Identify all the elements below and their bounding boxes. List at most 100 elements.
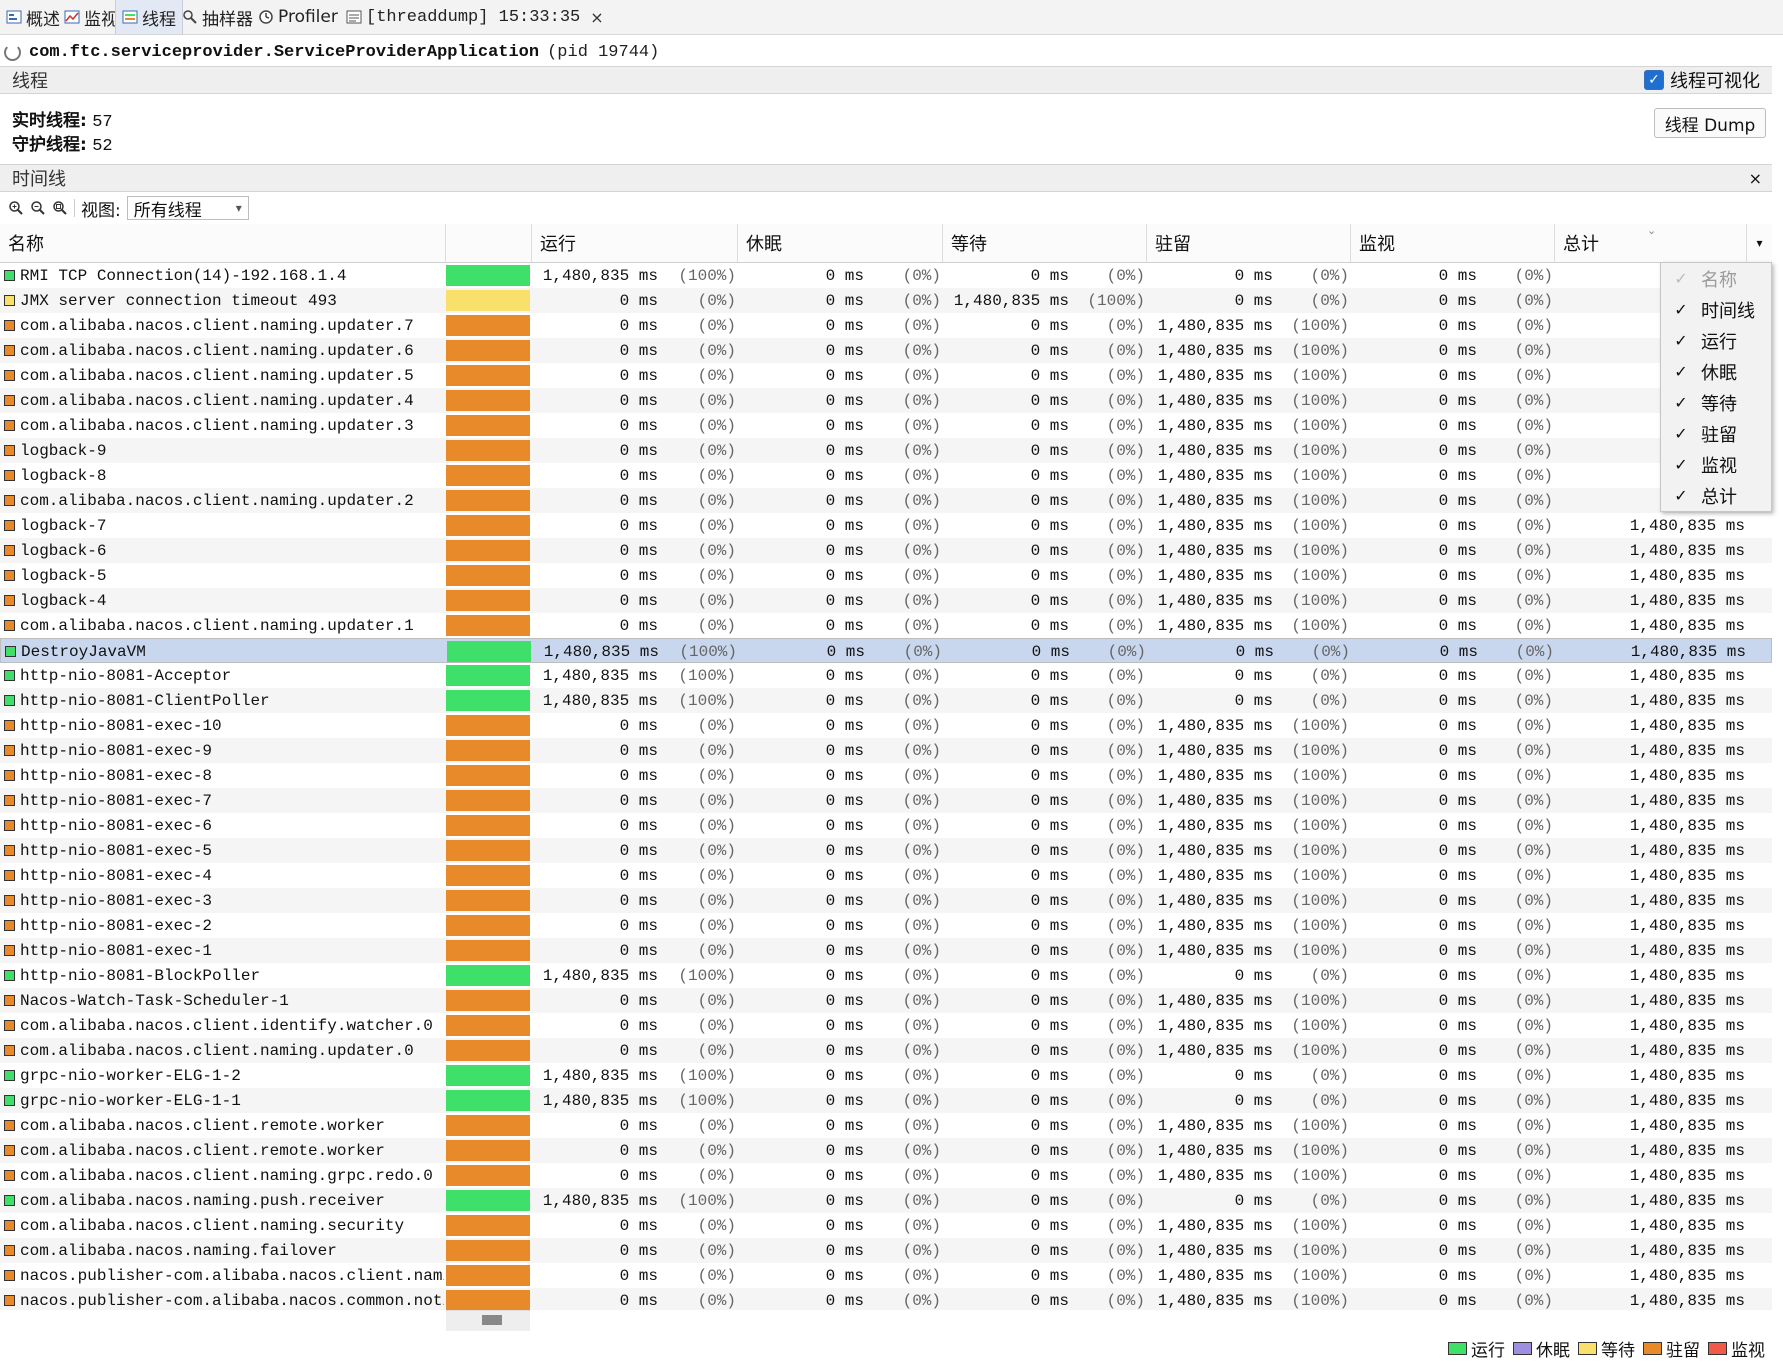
column-menu-item[interactable]: ✓ 休眠 bbox=[1661, 356, 1771, 387]
thread-state-indicator bbox=[4, 1270, 15, 1281]
table-row[interactable]: logback-5 0 ms (0%) 0 ms (0%) 0 ms (0%) 1,480,8… bbox=[0, 563, 1772, 588]
col-park-header[interactable]: 驻留 bbox=[1147, 224, 1351, 262]
column-menu-item[interactable]: ✓ 等待 bbox=[1661, 387, 1771, 418]
tab-overview[interactable]: 概述 bbox=[0, 0, 66, 34]
visualize-threads-checkbox[interactable]: ✓ 线程可视化 bbox=[1644, 67, 1760, 93]
table-row[interactable]: nacos.publisher-com.alibaba.nacos.common… bbox=[0, 1288, 1772, 1310]
table-row[interactable]: http-nio-8081-exec-9 0 ms (0%) 0 ms (0%) 0 ms… bbox=[0, 738, 1772, 763]
table-row[interactable]: com.alibaba.nacos.client.naming.security… bbox=[0, 1213, 1772, 1238]
table-row[interactable]: com.alibaba.nacos.client.naming.updater.… bbox=[0, 313, 1772, 338]
time-sleep-ms: 0 ms bbox=[825, 1041, 864, 1060]
table-row[interactable]: http-nio-8081-exec-6 0 ms (0%) 0 ms (0%) 0 ms… bbox=[0, 813, 1772, 838]
time-run-ms: 0 ms bbox=[619, 441, 658, 460]
view-select[interactable]: 所有线程 ▾ bbox=[126, 196, 249, 221]
timeline-scrollbar[interactable] bbox=[446, 1310, 530, 1331]
col-name-header[interactable]: 名称 bbox=[0, 224, 446, 262]
table-row[interactable]: logback-4 0 ms (0%) 0 ms (0%) 0 ms (0%) 1,480,8… bbox=[0, 588, 1772, 613]
table-row[interactable]: logback-7 0 ms (0%) 0 ms (0%) 0 ms (0%) 1,480,8… bbox=[0, 513, 1772, 538]
time-sleep-ms: 0 ms bbox=[825, 391, 864, 410]
time-mon-percent: (0%) bbox=[1514, 1291, 1553, 1310]
table-row[interactable]: com.alibaba.nacos.client.naming.updater.… bbox=[0, 388, 1772, 413]
zoom-fit-icon[interactable] bbox=[52, 200, 68, 216]
table-row[interactable]: com.alibaba.nacos.client.naming.updater.… bbox=[0, 1038, 1772, 1063]
table-row[interactable]: com.alibaba.nacos.client.naming.grpc.red… bbox=[0, 1163, 1772, 1188]
table-row[interactable]: com.alibaba.nacos.client.naming.updater.… bbox=[0, 363, 1772, 388]
table-row[interactable]: logback-8 0 ms (0%) 0 ms (0%) 0 ms (0%) 1,480,8… bbox=[0, 463, 1772, 488]
time-run-percent: (0%) bbox=[697, 1116, 736, 1135]
time-mon-percent: (0%) bbox=[1514, 741, 1553, 760]
table-row[interactable]: com.alibaba.nacos.client.naming.updater.… bbox=[0, 488, 1772, 513]
time-run-ms: 0 ms bbox=[619, 341, 658, 360]
col-wait-header[interactable]: 等待 bbox=[943, 224, 1147, 262]
table-row[interactable]: JMX server connection timeout 493 0 ms (0%… bbox=[0, 288, 1772, 313]
column-menu-item[interactable]: ✓ 总计 bbox=[1661, 480, 1771, 511]
col-monitor-header[interactable]: 监视 bbox=[1351, 224, 1555, 262]
col-timeline-header[interactable] bbox=[446, 224, 532, 262]
table-row[interactable]: com.alibaba.nacos.client.naming.updater.… bbox=[0, 338, 1772, 363]
thread-timeline-bar bbox=[446, 715, 530, 736]
table-row[interactable]: nacos.publisher-com.alibaba.nacos.client… bbox=[0, 1263, 1772, 1288]
thread-name-cell: com.alibaba.nacos.client.naming.updater.… bbox=[4, 413, 444, 438]
table-row[interactable]: com.alibaba.nacos.client.identify.watche… bbox=[0, 1013, 1772, 1038]
column-menu-item[interactable]: ✓ 驻留 bbox=[1661, 418, 1771, 449]
time-park-percent: (100%) bbox=[1291, 591, 1349, 610]
table-row[interactable]: logback-6 0 ms (0%) 0 ms (0%) 0 ms (0%) 1,480,8… bbox=[0, 538, 1772, 563]
time-mon-ms: 0 ms bbox=[1438, 1216, 1477, 1235]
column-menu-button[interactable]: ▾ bbox=[1747, 224, 1772, 262]
close-section-icon[interactable]: × bbox=[1749, 165, 1762, 191]
table-row[interactable]: http-nio-8081-Acceptor 1,480,835 ms (100%)… bbox=[0, 663, 1772, 688]
thread-name: com.alibaba.nacos.client.identify.watche… bbox=[20, 1016, 433, 1035]
tab-threaddump[interactable]: [threaddump] 15:33:35 × bbox=[340, 0, 610, 34]
zoom-in-icon[interactable] bbox=[8, 200, 24, 216]
table-row[interactable]: com.alibaba.nacos.naming.push.receiver 1,… bbox=[0, 1188, 1772, 1213]
time-wait-ms: 0 ms bbox=[1030, 766, 1069, 785]
column-menu-item[interactable]: ✓ 监视 bbox=[1661, 449, 1771, 480]
table-row[interactable]: com.alibaba.nacos.client.naming.updater.… bbox=[0, 413, 1772, 438]
table-row[interactable]: http-nio-8081-ClientPoller 1,480,835 ms (1… bbox=[0, 688, 1772, 713]
table-row[interactable]: Nacos-Watch-Task-Scheduler-1 0 ms (0%) 0 ms… bbox=[0, 988, 1772, 1013]
thread-timeline-bar bbox=[446, 1040, 530, 1061]
table-row[interactable]: logback-9 0 ms (0%) 0 ms (0%) 0 ms (0%) 1,480,8… bbox=[0, 438, 1772, 463]
col-running-header[interactable]: 运行 bbox=[532, 224, 738, 262]
time-run-percent: (0%) bbox=[697, 366, 736, 385]
table-row[interactable]: http-nio-8081-exec-7 0 ms (0%) 0 ms (0%) 0 ms… bbox=[0, 788, 1772, 813]
table-row[interactable]: http-nio-8081-exec-5 0 ms (0%) 0 ms (0%) 0 ms… bbox=[0, 838, 1772, 863]
table-row[interactable]: http-nio-8081-exec-8 0 ms (0%) 0 ms (0%) 0 ms… bbox=[0, 763, 1772, 788]
table-row[interactable]: com.alibaba.nacos.client.remote.worker 0 … bbox=[0, 1138, 1772, 1163]
column-menu-item[interactable]: ✓ 时间线 bbox=[1661, 294, 1771, 325]
column-menu-item[interactable]: ✓ 运行 bbox=[1661, 325, 1771, 356]
table-row[interactable]: http-nio-8081-exec-10 0 ms (0%) 0 ms (0%) 0 m… bbox=[0, 713, 1772, 738]
scrollbar-thumb[interactable] bbox=[482, 1315, 502, 1325]
time-mon-percent: (0%) bbox=[1514, 791, 1553, 810]
table-row[interactable]: http-nio-8081-exec-1 0 ms (0%) 0 ms (0%) 0 ms… bbox=[0, 938, 1772, 963]
thread-timeline-bar bbox=[446, 990, 530, 1011]
time-run-ms: 1,480,835 ms bbox=[542, 691, 658, 710]
time-sleep-percent: (0%) bbox=[902, 841, 941, 860]
time-run-ms: 0 ms bbox=[619, 316, 658, 335]
tab-profiler[interactable]: Profiler bbox=[252, 0, 344, 34]
table-row[interactable]: com.alibaba.nacos.naming.failover 0 ms (0%… bbox=[0, 1238, 1772, 1263]
table-row[interactable]: http-nio-8081-exec-3 0 ms (0%) 0 ms (0%) 0 ms… bbox=[0, 888, 1772, 913]
table-row[interactable]: http-nio-8081-exec-4 0 ms (0%) 0 ms (0%) 0 ms… bbox=[0, 863, 1772, 888]
col-total-header[interactable]: 总计 ⌄ bbox=[1555, 224, 1747, 262]
thread-name: com.alibaba.nacos.client.naming.updater.… bbox=[20, 391, 414, 410]
tab-sampler[interactable]: 抽样器 bbox=[176, 0, 259, 34]
table-row[interactable]: RMI TCP Connection(14)-192.168.1.4 1,480,… bbox=[0, 263, 1772, 288]
table-row[interactable]: com.alibaba.nacos.client.remote.worker 0 … bbox=[0, 1113, 1772, 1138]
time-wait-ms: 0 ms bbox=[1030, 1291, 1069, 1310]
time-wait-ms: 0 ms bbox=[1030, 1141, 1069, 1160]
col-sleeping-header[interactable]: 休眠 bbox=[738, 224, 943, 262]
table-row[interactable]: grpc-nio-worker-ELG-1-1 1,480,835 ms (100%… bbox=[0, 1088, 1772, 1113]
table-row[interactable]: http-nio-8081-BlockPoller 1,480,835 ms (10… bbox=[0, 963, 1772, 988]
thread-dump-button[interactable]: 线程 Dump bbox=[1654, 108, 1766, 138]
thread-name: http-nio-8081-BlockPoller bbox=[20, 966, 261, 985]
tab-threads[interactable]: 线程 bbox=[115, 0, 183, 34]
close-tab-icon[interactable]: × bbox=[590, 8, 603, 27]
time-run-percent: (0%) bbox=[697, 941, 736, 960]
table-row[interactable]: DestroyJavaVM 1,480,835 ms (100%) 0 ms (0%) 0… bbox=[0, 638, 1772, 663]
table-row[interactable]: http-nio-8081-exec-2 0 ms (0%) 0 ms (0%) 0 ms… bbox=[0, 913, 1772, 938]
table-row[interactable]: com.alibaba.nacos.client.naming.updater.… bbox=[0, 613, 1772, 638]
time-run-ms: 0 ms bbox=[619, 1116, 658, 1135]
zoom-out-icon[interactable] bbox=[30, 200, 46, 216]
table-row[interactable]: grpc-nio-worker-ELG-1-2 1,480,835 ms (100%… bbox=[0, 1063, 1772, 1088]
